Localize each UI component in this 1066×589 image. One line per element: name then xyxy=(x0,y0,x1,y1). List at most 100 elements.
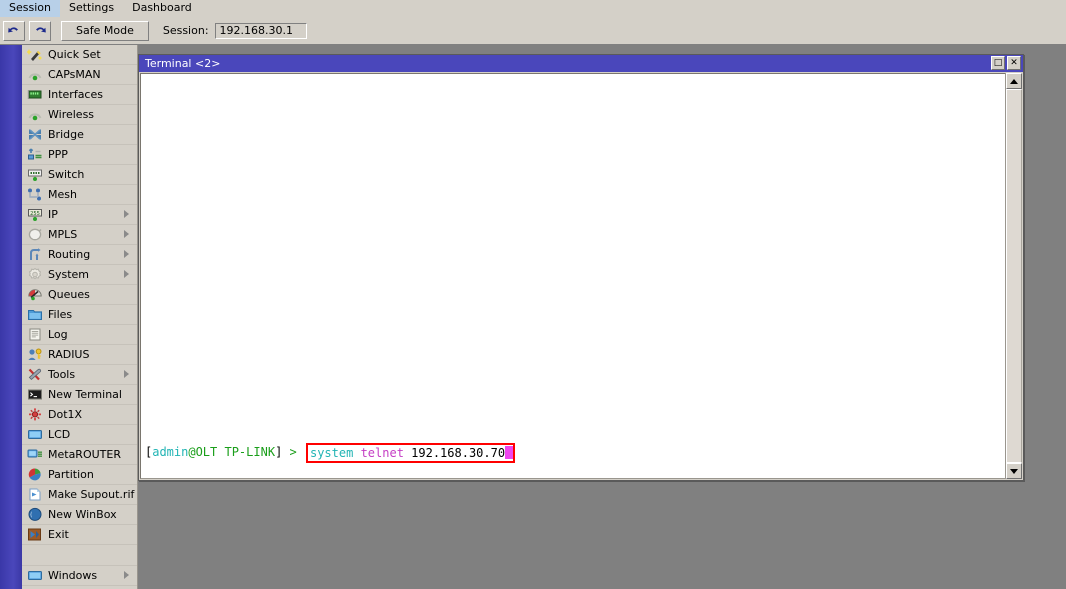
close-button[interactable]: ✕ xyxy=(1007,56,1021,70)
terminal-cursor xyxy=(505,446,514,459)
sidebar-item-log[interactable]: Log xyxy=(22,325,137,345)
prompt-caret: > xyxy=(282,445,304,459)
dot1x-icon xyxy=(26,407,43,423)
chevron-right-icon xyxy=(124,370,129,378)
restore-button[interactable]: □ xyxy=(991,56,1005,70)
sidebar-item-ip[interactable]: 255 IP xyxy=(22,205,137,225)
queues-icon xyxy=(26,287,43,303)
redo-arrow-icon xyxy=(33,25,47,37)
prompt-hostname: @OLT TP-LINK xyxy=(188,445,276,459)
sidebar-item-interfaces[interactable]: Interfaces xyxy=(22,85,137,105)
sidebar-item-mesh[interactable]: Mesh xyxy=(22,185,137,205)
highlighted-command-box: system telnet 192.168.30.70 xyxy=(305,443,516,463)
mpls-icon xyxy=(26,227,43,243)
winbox-application-window: Session Settings Dashboard Safe Mode Ses… xyxy=(0,0,1066,589)
scroll-down-button[interactable] xyxy=(1006,463,1022,479)
ppp-icon xyxy=(26,147,43,163)
folder-icon xyxy=(26,307,43,323)
sidebar-item-system[interactable]: System xyxy=(22,265,137,285)
sidebar-item-label: CAPsMAN xyxy=(48,68,101,81)
log-icon xyxy=(26,327,43,343)
winbox-icon xyxy=(26,507,43,523)
undo-arrow-icon xyxy=(7,25,21,37)
scroll-up-button[interactable] xyxy=(1006,73,1022,89)
chevron-right-icon xyxy=(124,230,129,238)
menu-item-session[interactable]: Session xyxy=(0,0,60,17)
session-label: Session: xyxy=(162,24,209,37)
sidebar-item-lcd[interactable]: LCD xyxy=(22,425,137,445)
sidebar-item-label: PPP xyxy=(48,148,68,161)
sidebar-item-radius[interactable]: RADIUS xyxy=(22,345,137,365)
sidebar-item-label: IP xyxy=(48,208,58,221)
radius-key-icon xyxy=(26,347,43,363)
partition-icon xyxy=(26,467,43,483)
sidebar-item-label: Quick Set xyxy=(48,48,101,61)
monitor-icon xyxy=(26,427,43,443)
sidebar-item-new-winbox[interactable]: New WinBox xyxy=(22,505,137,525)
terminal-window: Terminal <2> □ ✕ [admin@OLT TP-LINK] > s… xyxy=(138,54,1024,481)
sidebar-item-capsman[interactable]: CAPsMAN xyxy=(22,65,137,85)
scroll-down-arrow-icon xyxy=(1010,468,1018,474)
toolbar: Safe Mode Session: 192.168.30.1 xyxy=(0,17,1066,44)
sidebar-item-exit[interactable]: Exit xyxy=(22,525,137,545)
ethernet-icon xyxy=(26,87,43,103)
sidebar-item-label: Switch xyxy=(48,168,85,181)
redo-button[interactable] xyxy=(29,20,51,41)
terminal-titlebar[interactable]: Terminal <2> □ ✕ xyxy=(139,55,1023,72)
terminal-icon xyxy=(26,387,43,403)
wand-icon xyxy=(26,47,43,63)
sidebar-item-label: Log xyxy=(48,328,68,341)
sidebar-item-windows[interactable]: Windows xyxy=(22,566,137,586)
sidebar-item-partition[interactable]: Partition xyxy=(22,465,137,485)
sidebar-item-queues[interactable]: Queues xyxy=(22,285,137,305)
sidebar-item-quick-set[interactable]: Quick Set xyxy=(22,45,137,65)
sidebar-item-label: Partition xyxy=(48,468,94,481)
terminal-output-area[interactable]: [admin@OLT TP-LINK] > system telnet 192.… xyxy=(140,73,1006,479)
sidebar-item-label: Make Supout.rif xyxy=(48,488,135,501)
chevron-right-icon xyxy=(124,210,129,218)
chevron-right-icon xyxy=(124,270,129,278)
sidebar-menu: Quick Set CAPsMAN Interfaces Wireless Br… xyxy=(22,45,138,589)
tools-icon xyxy=(26,367,43,383)
sidebar-spacer xyxy=(22,545,137,566)
sidebar-item-label: Files xyxy=(48,308,73,321)
terminal-vertical-scrollbar[interactable] xyxy=(1005,73,1022,479)
sidebar-item-label: Bridge xyxy=(48,128,84,141)
routing-icon xyxy=(26,247,43,263)
sidebar-item-label: MetaROUTER xyxy=(48,448,121,461)
sidebar-item-metarouter[interactable]: MetaROUTER xyxy=(22,445,137,465)
command-argument: 192.168.30.70 xyxy=(403,446,506,460)
svg-text:255: 255 xyxy=(30,211,40,217)
scroll-up-arrow-icon xyxy=(1010,78,1018,84)
sidebar-item-label: System xyxy=(48,268,90,281)
safe-mode-button[interactable]: Safe Mode xyxy=(61,20,149,41)
session-address-field[interactable]: 192.168.30.1 xyxy=(214,22,307,39)
sidebar-item-files[interactable]: Files xyxy=(22,305,137,325)
sidebar-item-dot1x[interactable]: Dot1X xyxy=(22,405,137,425)
command-keyword: system xyxy=(309,446,354,460)
sidebar-item-switch[interactable]: Switch xyxy=(22,165,137,185)
scrollbar-track[interactable] xyxy=(1006,89,1022,463)
sidebar-item-label: Routing xyxy=(48,248,91,261)
menu-item-settings[interactable]: Settings xyxy=(60,0,123,17)
menu-item-dashboard[interactable]: Dashboard xyxy=(123,0,201,17)
bridge-icon xyxy=(26,127,43,143)
mesh-icon xyxy=(26,187,43,203)
supout-icon xyxy=(26,487,43,503)
sidebar-item-wireless[interactable]: Wireless xyxy=(22,105,137,125)
sidebar-item-tools[interactable]: Tools xyxy=(22,365,137,385)
sidebar-item-label: New WinBox xyxy=(48,508,117,521)
sidebar-item-bridge[interactable]: Bridge xyxy=(22,125,137,145)
sidebar-item-label: Tools xyxy=(48,368,76,381)
monitor-icon xyxy=(26,568,43,584)
sidebar-item-make-supout[interactable]: Make Supout.rif xyxy=(22,485,137,505)
undo-button[interactable] xyxy=(3,20,25,41)
chevron-right-icon xyxy=(124,250,129,258)
sidebar-item-routing[interactable]: Routing xyxy=(22,245,137,265)
sidebar-item-label: Wireless xyxy=(48,108,95,121)
sidebar-item-label: Interfaces xyxy=(48,88,103,101)
sidebar-item-mpls[interactable]: MPLS xyxy=(22,225,137,245)
sidebar-item-ppp[interactable]: PPP xyxy=(22,145,137,165)
sidebar-item-new-terminal[interactable]: New Terminal xyxy=(22,385,137,405)
terminal-command-line: [admin@OLT TP-LINK] > system telnet 192.… xyxy=(145,442,516,463)
